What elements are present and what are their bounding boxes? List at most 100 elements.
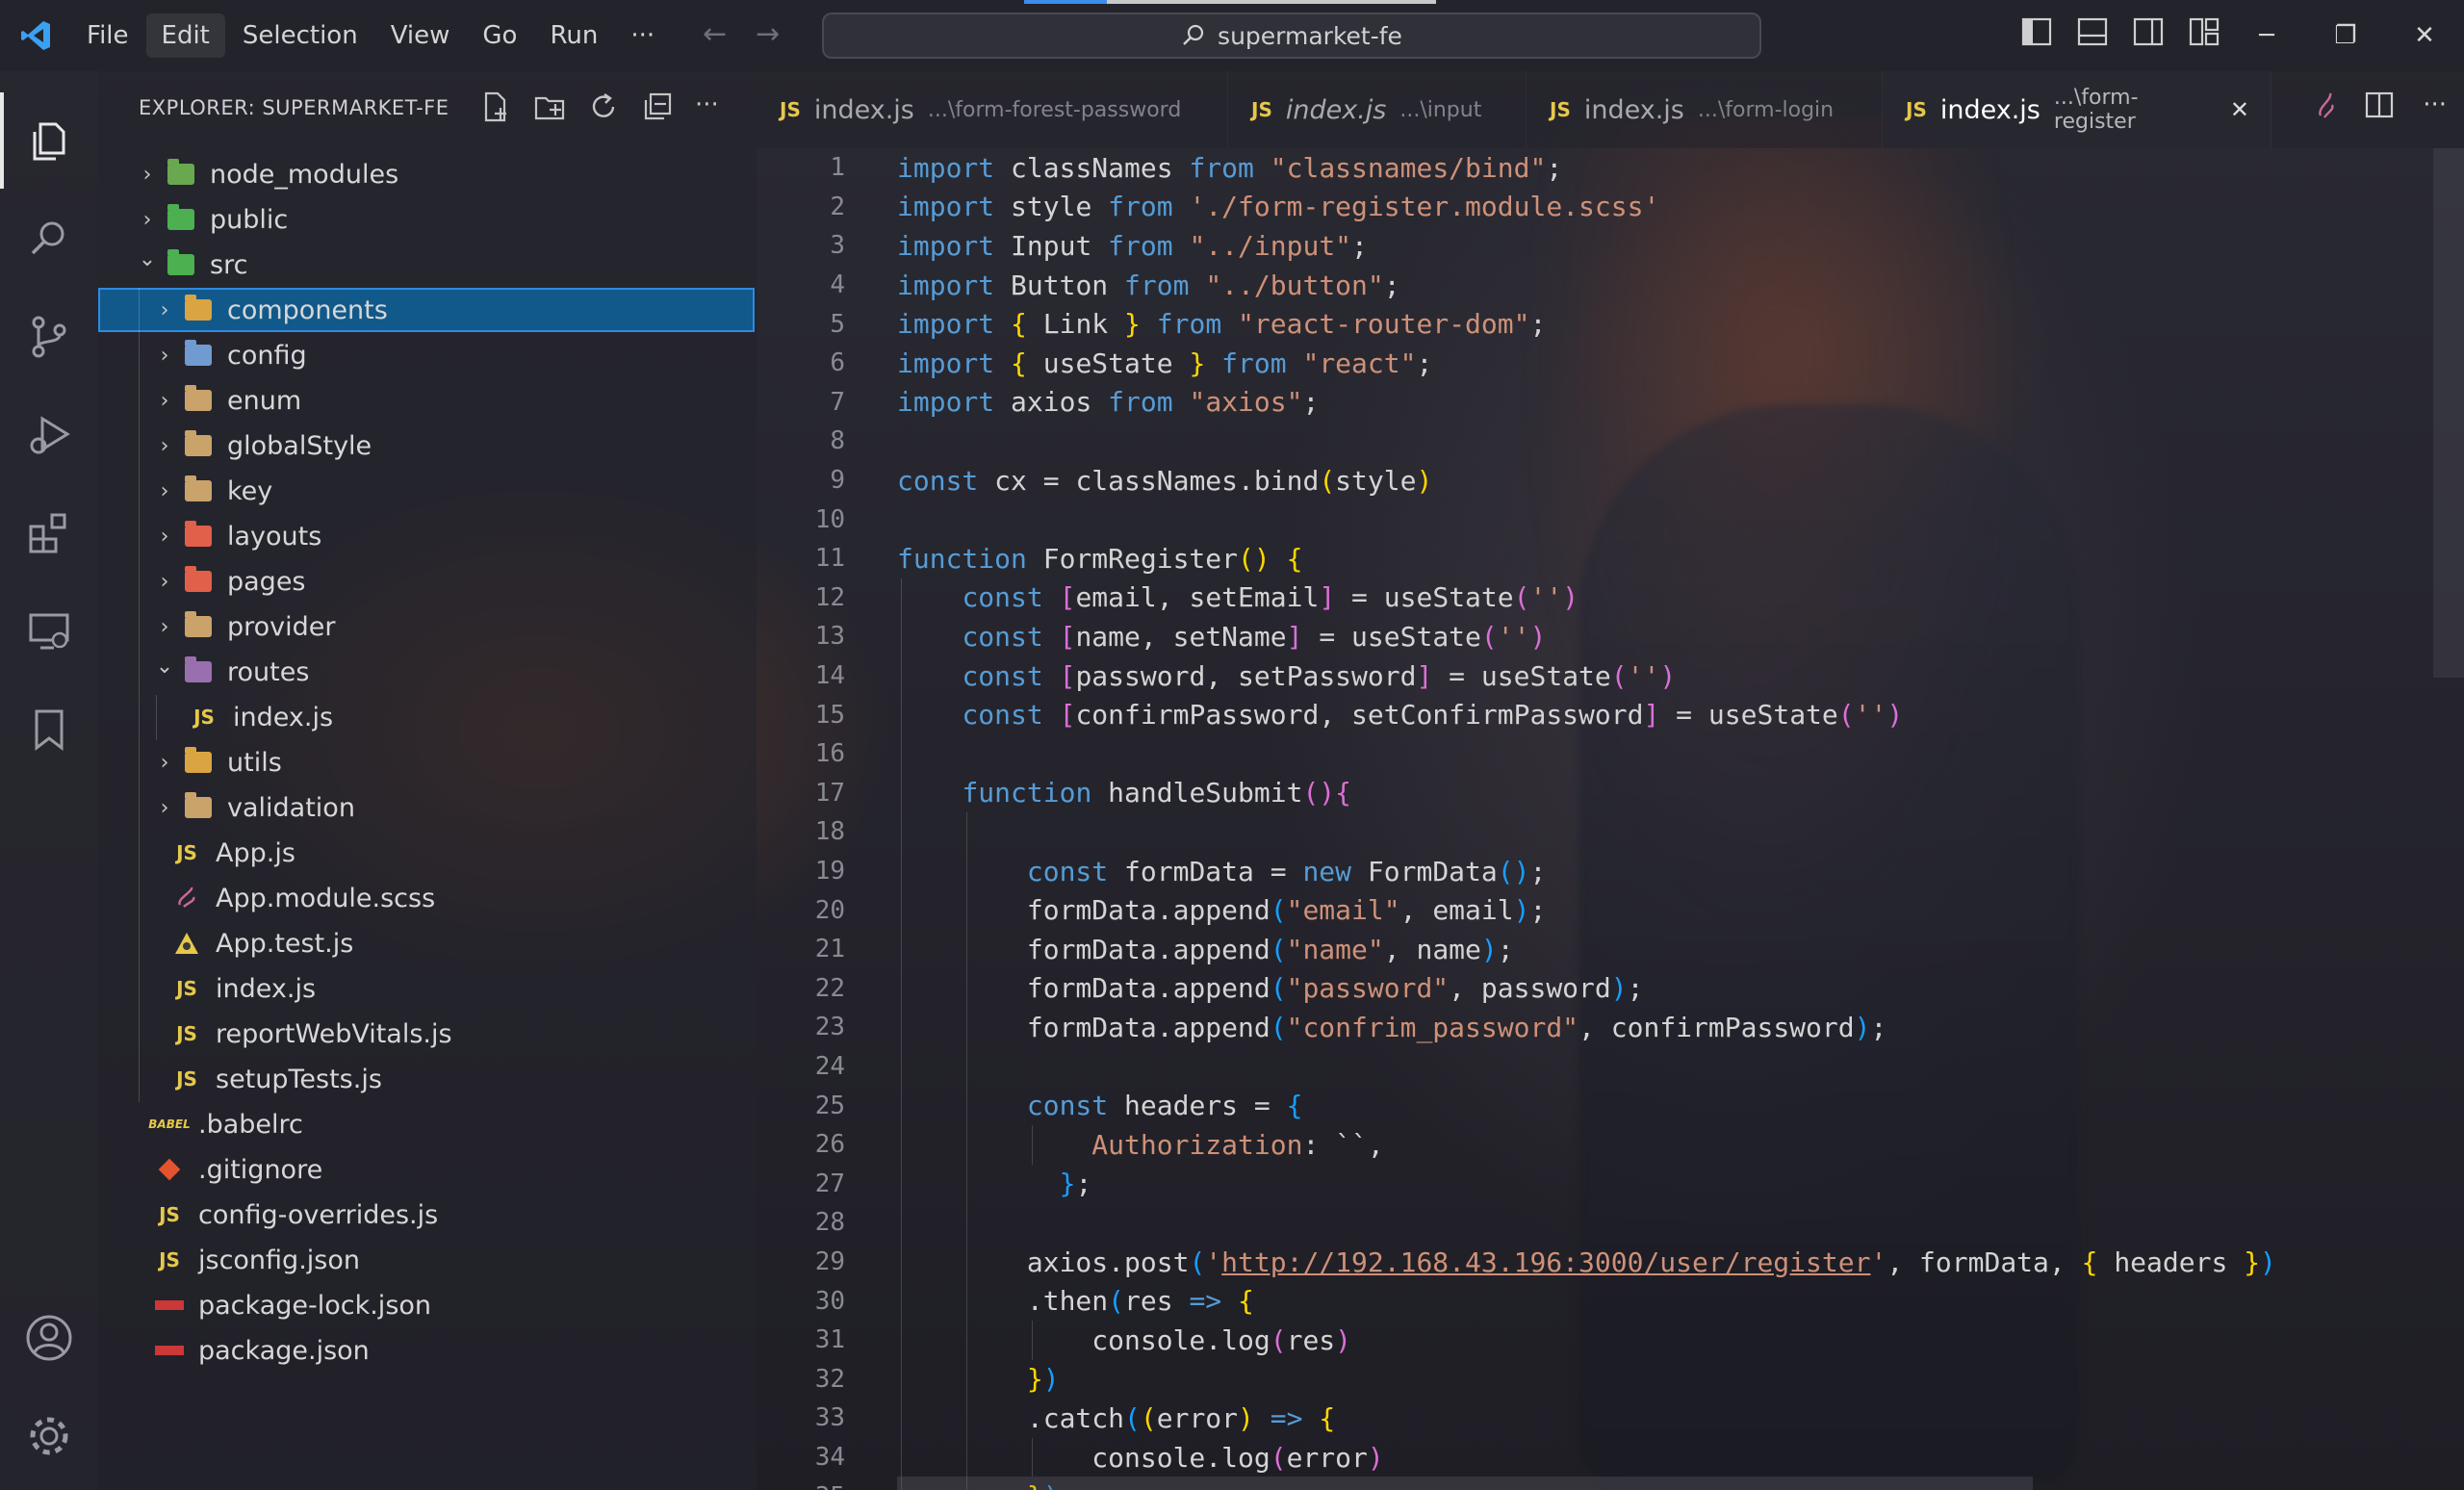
accounts-icon[interactable] (0, 1290, 98, 1386)
editor-tab[interactable]: JS index.js ...\form-forest-password (757, 71, 1228, 148)
tree-folder-pages[interactable]: › pages (98, 559, 757, 604)
tree-file-config-overrides.js[interactable]: JS config-overrides.js (98, 1193, 757, 1237)
chevron-right-icon[interactable]: › (150, 298, 179, 322)
code-line[interactable]: 2 import style from './form-register.modu… (757, 188, 1659, 227)
tree-folder-enum[interactable]: › enum (98, 378, 757, 423)
chevron-right-icon[interactable]: › (150, 751, 179, 775)
code-line[interactable]: 5 import { Link } from "react-router-dom"… (757, 304, 1546, 344)
search-view-icon[interactable] (0, 191, 98, 287)
code-line[interactable]: 6 import { useState } from "react"; (757, 344, 1432, 383)
chevron-right-icon[interactable]: › (150, 570, 179, 594)
tree-file-package-lock.json[interactable]: package-lock.json (98, 1283, 757, 1327)
menu-view[interactable]: View (375, 13, 466, 58)
editor-scrollbar[interactable] (2433, 148, 2464, 678)
chevron-right-icon[interactable]: › (150, 615, 179, 639)
code-line[interactable]: 16 (757, 734, 845, 774)
tree-folder-components[interactable]: › components (98, 288, 755, 332)
toggle-secondary-sidebar-icon[interactable] (2133, 17, 2164, 46)
code-line[interactable]: 14 const [password, setPassword] = useSt… (757, 656, 1677, 696)
code-line[interactable]: 23 formData.append("confrim_password", c… (757, 1008, 1887, 1047)
chevron-right-icon[interactable]: › (150, 525, 179, 549)
code-line[interactable]: 33 .catch((error) => { (757, 1399, 1336, 1438)
code-line[interactable]: 9 const cx = classNames.bind(style) (757, 461, 1432, 501)
editor-tab[interactable]: JS index.js ...\input (1228, 71, 1527, 148)
code-line[interactable]: 7 import axios from "axios"; (757, 383, 1319, 423)
explorer-icon[interactable] (0, 92, 98, 189)
tree-file-index.js[interactable]: JS index.js (98, 966, 757, 1011)
toggle-primary-sidebar-icon[interactable] (2021, 17, 2052, 46)
code-line[interactable]: 35 }) (757, 1477, 1060, 1490)
tree-folder-key[interactable]: › key (98, 469, 757, 513)
forward-arrow-icon[interactable]: → (756, 17, 780, 51)
code-line[interactable]: 12 const [email, setEmail] = useState(''… (757, 578, 1578, 618)
more-actions-icon[interactable]: ··· (695, 90, 719, 123)
code-line[interactable]: 24 (757, 1047, 845, 1087)
chevron-right-icon[interactable]: › (133, 208, 162, 232)
chevron-right-icon[interactable]: › (150, 479, 179, 503)
code-line[interactable]: 30 .then(res => { (757, 1281, 1254, 1321)
code-editor[interactable]: 1 import classNames from "classnames/bind… (757, 148, 2464, 1490)
menu-run[interactable]: Run (534, 13, 613, 58)
tree-folder-config[interactable]: › config (98, 333, 757, 377)
code-line[interactable]: 13 const [name, setName] = useState('') (757, 617, 1547, 656)
new-file-icon[interactable] (479, 90, 512, 123)
tree-file-reportWebVitals.js[interactable]: JS reportWebVitals.js (98, 1012, 757, 1056)
tree-file-.babelrc[interactable]: BABEL .babelrc (98, 1102, 757, 1146)
extensions-icon[interactable] (0, 485, 98, 581)
code-line[interactable]: 10 (757, 500, 845, 539)
tree-folder-src[interactable]: ⌄ src (98, 243, 757, 287)
tree-folder-provider[interactable]: › provider (98, 604, 757, 649)
code-line[interactable]: 18 (757, 812, 845, 852)
chevron-down-icon[interactable]: ⌄ (150, 655, 179, 679)
code-line[interactable]: 20 formData.append("email", email); (757, 890, 1547, 930)
code-line[interactable]: 8 (757, 422, 845, 461)
code-line[interactable]: 27 }; (757, 1165, 1092, 1204)
tree-folder-validation[interactable]: › validation (98, 785, 757, 830)
tree-folder-node_modules[interactable]: › node_modules (98, 152, 757, 196)
customize-layout-icon[interactable] (2189, 17, 2220, 46)
chevron-right-icon[interactable]: › (150, 796, 179, 820)
bookmarks-icon[interactable] (0, 681, 98, 778)
code-line[interactable]: 17 function handleSubmit(){ (757, 774, 1351, 813)
code-line[interactable]: 21 formData.append("name", name); (757, 930, 1514, 969)
tree-folder-utils[interactable]: › utils (98, 740, 757, 784)
code-line[interactable]: 34 console.log(error) (757, 1438, 1384, 1477)
code-line[interactable]: 4 import Button from "../button"; (757, 266, 1399, 305)
settings-gear-icon[interactable] (0, 1388, 98, 1484)
editor-more-actions-icon[interactable]: ··· (2423, 90, 2447, 119)
menu-edit[interactable]: Edit (145, 13, 225, 58)
code-line[interactable]: 22 formData.append("password", password)… (757, 969, 1644, 1009)
back-arrow-icon[interactable]: ← (703, 17, 727, 51)
code-line[interactable]: 31 console.log(res) (757, 1321, 1351, 1360)
tree-folder-routes[interactable]: ⌄ routes (98, 650, 757, 694)
close-window-icon[interactable]: ✕ (2385, 0, 2464, 71)
new-folder-icon[interactable] (533, 90, 566, 123)
tree-file-package.json[interactable]: package.json (98, 1328, 757, 1373)
run-debug-icon[interactable] (0, 387, 98, 483)
code-line[interactable]: 25 const headers = { (757, 1086, 1303, 1125)
code-line[interactable]: 32 }) (757, 1360, 1060, 1400)
tree-file-jsconfig.json[interactable]: JS jsconfig.json (98, 1238, 757, 1282)
code-line[interactable]: 1 import classNames from "classnames/bind… (757, 148, 1562, 188)
code-line[interactable]: 26 Authorization: ``, (757, 1125, 1384, 1165)
code-line[interactable]: 3 import Input from "../input"; (757, 226, 1368, 266)
tree-file-App.js[interactable]: JS App.js (98, 831, 757, 875)
toggle-panel-icon[interactable] (2077, 17, 2108, 46)
chevron-right-icon[interactable]: › (133, 163, 162, 187)
restore-icon[interactable]: ❐ (2306, 0, 2385, 71)
tree-file-index.js[interactable]: JS index.js (98, 695, 757, 739)
sass-compile-icon[interactable] (2315, 90, 2336, 119)
tree-file-App.module.scss[interactable]: App.module.scss (98, 876, 757, 920)
split-editor-icon[interactable] (2365, 90, 2394, 119)
code-line[interactable]: 11 function FormRegister() { (757, 539, 1303, 578)
code-line[interactable]: 29 axios.post('http://192.168.43.196:300… (757, 1243, 2276, 1282)
tree-folder-public[interactable]: › public (98, 197, 757, 242)
chevron-right-icon[interactable]: › (150, 389, 179, 413)
editor-tab[interactable]: JS index.js ...\form-register ✕ (1883, 71, 2272, 148)
command-center-search[interactable]: supermarket-fe (822, 13, 1761, 59)
code-line[interactable]: 28 (757, 1203, 845, 1243)
tree-file-.gitignore[interactable]: .gitignore (98, 1147, 757, 1192)
minimize-icon[interactable]: ─ (2227, 0, 2306, 71)
tree-folder-globalStyle[interactable]: › globalStyle (98, 424, 757, 468)
chevron-right-icon[interactable]: › (150, 434, 179, 458)
